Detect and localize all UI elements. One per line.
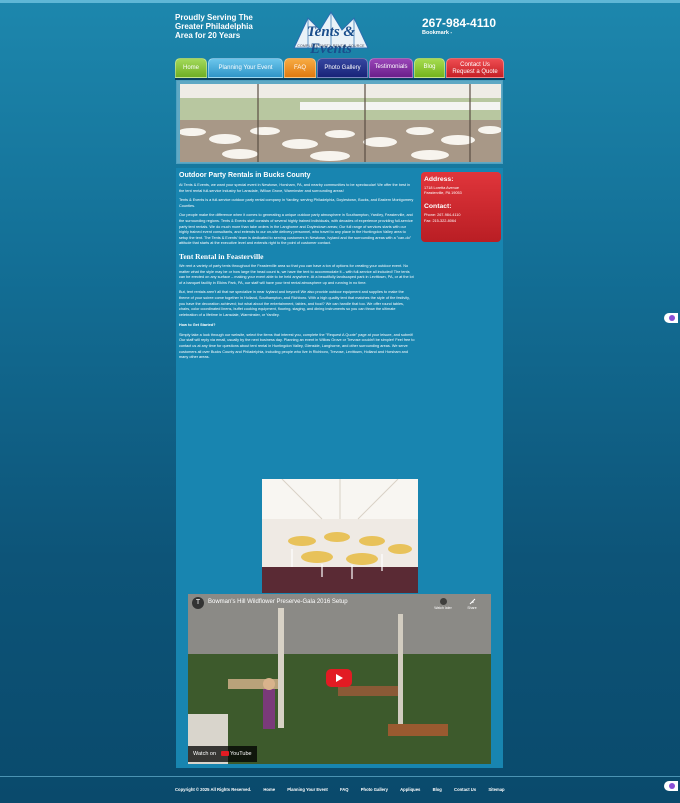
site-footer: Copyright © 2025 All Rights Reserved. Ho… (175, 787, 505, 792)
footer-divider (0, 776, 680, 777)
contact-label: Contact: (424, 203, 452, 211)
main-content: Outdoor Party Rentals in Bucks County At… (179, 172, 415, 365)
channel-avatar[interactable]: T (192, 597, 204, 609)
nav-tab-contact-us[interactable]: Contact Us Request a Quote (446, 58, 504, 78)
nav-tab-testimonials[interactable]: Testimonials (369, 58, 413, 78)
tent-interior-image (262, 478, 418, 593)
section-title-tent-rental: Tent Rental in Feasterville (179, 251, 264, 261)
footer-link-contact[interactable]: Contact Us (454, 787, 476, 792)
footer-link-blog[interactable]: Blog (433, 787, 442, 792)
footer-link-photo-gallery[interactable]: Photo Gallery (361, 787, 388, 792)
watch-later-label: Watch later (434, 606, 452, 610)
contact-sidebar: Address: 1718 Loretta Avenue Feastervill… (421, 172, 501, 242)
footer-copyright: Copyright © 2025 All Rights Reserved. (175, 787, 252, 792)
youtube-label: YouTube (230, 751, 252, 757)
youtube-logo-icon (220, 751, 229, 757)
watch-on-label: Watch on (193, 751, 217, 757)
bookmark-link[interactable]: Bookmark - (422, 30, 452, 36)
footer-link-home[interactable]: Home (263, 787, 275, 792)
content-area: Outdoor Party Rentals in Bucks County At… (176, 168, 503, 768)
nav-tab-blog[interactable]: Blog (414, 58, 445, 78)
nav-tab-faq[interactable]: FAQ (284, 58, 316, 78)
floating-widget-button-bottom[interactable] (664, 781, 678, 791)
hero-banner (176, 80, 503, 164)
site-logo[interactable]: Tents & Events COMPLETE PARTY RENTAL SOU… (286, 8, 376, 57)
logo-text: Tents & Events (306, 24, 356, 57)
youtube-video-embed[interactable]: T Bowman's Hill Wildflower Preserve-Gala… (188, 594, 491, 764)
watch-later-button[interactable]: Watch later (432, 598, 454, 610)
nav-tab-home[interactable]: Home (175, 58, 207, 78)
watch-on-youtube[interactable]: Watch on YouTube (188, 746, 257, 762)
share-button[interactable]: Share (461, 598, 483, 610)
header-tagline: Proudly Serving The Greater Philadelphia… (175, 13, 253, 40)
widget-icon-bottom (669, 783, 675, 789)
get-started-paragraph: Simply take a look through our website, … (179, 332, 415, 360)
footer-link-sitemap[interactable]: Sitemap (488, 787, 504, 792)
nav-tab-contact-label: Contact Us (460, 62, 490, 68)
nav-tab-photo-gallery[interactable]: Photo Gallery (317, 58, 368, 78)
floating-widget-button[interactable] (664, 313, 678, 323)
top-accent-line (0, 0, 680, 3)
event-tent-photo (262, 478, 418, 593)
intro-paragraph-3: Our people make the difference when it c… (179, 213, 413, 246)
hero-tent-photo (180, 84, 501, 162)
footer-link-faq[interactable]: FAQ (340, 787, 349, 792)
page-title: Outdoor Party Rentals in Bucks County (179, 172, 311, 179)
logo-subtitle: COMPLETE PARTY RENTAL SOURCE (297, 44, 365, 48)
contact-fax: Fax: 215-322-8064 (424, 218, 457, 223)
get-started-heading: How to Get Started? (179, 323, 216, 328)
nav-tab-quote-label: Request a Quote (452, 69, 498, 75)
intro-paragraph-1: At Tents & Events, we want your special … (179, 183, 411, 193)
footer-link-appliques[interactable]: Appliques (400, 787, 420, 792)
section-paragraph-1: We rent a variety of party tents through… (179, 263, 414, 285)
play-icon (336, 674, 343, 682)
clock-icon (439, 598, 447, 605)
address-label: Address: (424, 176, 454, 183)
play-button[interactable] (326, 669, 352, 687)
nav-tab-planning-your-event[interactable]: Planning Your Event (208, 58, 283, 78)
footer-link-planning[interactable]: Planning Your Event (287, 787, 328, 792)
intro-paragraph-2: Tents & Events is a full-service outdoor… (179, 198, 414, 208)
header-phone[interactable]: 267-984-4110 (422, 16, 496, 30)
widget-icon (669, 315, 675, 321)
video-title[interactable]: Bowman's Hill Wildflower Preserve-Gala 2… (208, 599, 348, 605)
share-icon (469, 598, 475, 605)
share-label: Share (467, 606, 477, 610)
section-paragraph-2: But, tent rentals aren't all that we spe… (179, 290, 410, 317)
